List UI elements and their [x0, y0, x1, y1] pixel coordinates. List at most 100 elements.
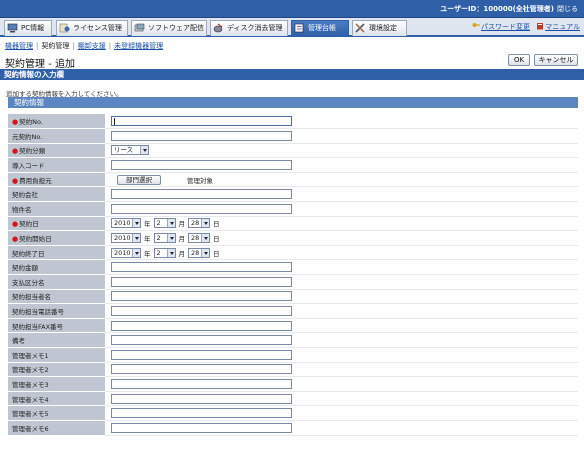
form-row: 契約終了日 2010 年 2 月 28 日: [8, 245, 578, 261]
label-memo2: 管理者メモ2: [12, 366, 49, 375]
contract-no-input[interactable]: [111, 116, 292, 127]
tab-asset-ledger[interactable]: 管理台帳: [291, 20, 349, 36]
contract-company-input[interactable]: [111, 189, 292, 200]
cancel-button[interactable]: キャンセル: [534, 54, 578, 66]
start-date-picker: 2010 年 2 月 28 日: [105, 230, 578, 246]
tab-disk-erase[interactable]: ディスク消去管理: [210, 20, 288, 36]
tab-label: ディスク消去管理: [227, 24, 283, 32]
settings-tools-icon: [355, 23, 365, 33]
top-bar: ユーザーID：100000(全社管理者) 閉じる: [0, 0, 584, 18]
label-cost-bearer: 費用負担元: [19, 176, 52, 185]
tab-label: ソフトウェア配信: [148, 24, 204, 32]
key-icon: [472, 23, 480, 27]
tab-label: 環境設定: [369, 24, 397, 32]
required-mark: ●: [12, 147, 19, 156]
subnav-contract-management: 契約管理: [41, 42, 70, 50]
payment-type-input[interactable]: [111, 276, 292, 287]
memo5-input[interactable]: [111, 408, 292, 419]
contract-date-picker: 2010 年 2 月 28 日: [105, 216, 578, 232]
subnav-unregistered-devices[interactable]: 未登録機器管理: [114, 42, 163, 50]
form-row: ●費用負担元 部門選択 管理対象: [8, 172, 578, 188]
tab-software-delivery[interactable]: ソフトウェア配信: [131, 20, 207, 36]
person-input[interactable]: [111, 291, 292, 302]
ok-button[interactable]: OK: [508, 54, 530, 66]
section-header: 契約情報の入力欄: [0, 69, 584, 80]
tab-environment-settings[interactable]: 環境設定: [352, 20, 407, 36]
chevron-down-icon: [140, 146, 148, 155]
memo3-input[interactable]: [111, 378, 292, 389]
year-select[interactable]: 2010: [111, 218, 141, 229]
amount-input[interactable]: [111, 262, 292, 273]
form-row: 管理者メモ4: [8, 391, 578, 407]
label-purchase-code: 導入コード: [12, 162, 45, 171]
department-select-button[interactable]: 部門選択: [117, 174, 161, 185]
form-row: ●契約日 2010 年 2 月 28 日: [8, 216, 578, 232]
form-row: 導入コード: [8, 157, 578, 173]
subsection-header: 契約情報: [8, 97, 578, 108]
form-row: 管理者メモ1: [8, 347, 578, 363]
year-select[interactable]: 2010: [111, 233, 141, 244]
form-row: 物件名: [8, 201, 578, 217]
contract-form: ●契約No. 元契約No. ●契約分類 リース 導入コード ●費用負担元 部門選…: [8, 114, 578, 436]
label-person: 契約担当者名: [12, 293, 51, 302]
memo4-input[interactable]: [111, 393, 292, 404]
chevron-down-icon: [132, 219, 140, 228]
tab-label: ライセンス管理: [73, 24, 122, 32]
label-memo1: 管理者メモ1: [12, 351, 49, 360]
label-memo3: 管理者メモ3: [12, 380, 49, 389]
fax-input[interactable]: [111, 320, 292, 331]
required-mark: ●: [12, 235, 19, 244]
item-name-input[interactable]: [111, 203, 292, 214]
memo1-input[interactable]: [111, 349, 292, 360]
chevron-down-icon: [166, 219, 175, 228]
header-links: パスワード変更 マニュアル: [468, 22, 580, 32]
form-row: 管理者メモ5: [8, 405, 578, 421]
remarks-input[interactable]: [111, 335, 292, 346]
contract-type-select[interactable]: リース: [111, 145, 149, 156]
month-select[interactable]: 2: [153, 247, 176, 258]
chevron-down-icon: [132, 248, 140, 257]
required-mark: ●: [12, 220, 19, 229]
day-select[interactable]: 28: [188, 247, 210, 258]
label-end-date: 契約終了日: [12, 249, 45, 258]
month-select[interactable]: 2: [153, 218, 176, 229]
label-contract-date: 契約日: [19, 220, 39, 229]
day-select[interactable]: 28: [188, 218, 210, 229]
original-contract-no-input[interactable]: [111, 130, 292, 141]
form-row: 契約担当電話番号: [8, 303, 578, 319]
department-name: 管理対象: [187, 176, 213, 185]
form-row: ●契約分類 リース: [8, 143, 578, 159]
label-start-date: 契約開始日: [19, 235, 52, 244]
form-row: 管理者メモ2: [8, 362, 578, 378]
phone-input[interactable]: [111, 306, 292, 317]
form-row: 管理者メモ6: [8, 420, 578, 436]
month-select[interactable]: 2: [153, 233, 176, 244]
tab-label: 管理台帳: [308, 24, 336, 32]
day-select[interactable]: 28: [188, 233, 210, 244]
tab-license[interactable]: ライセンス管理: [56, 20, 128, 36]
password-change-link[interactable]: パスワード変更: [472, 23, 530, 31]
user-id-label: ユーザーID：100000(全社管理者): [440, 5, 554, 13]
memo2-input[interactable]: [111, 364, 292, 375]
logout-link[interactable]: 閉じる: [557, 4, 578, 14]
tab-label: PC情報: [21, 24, 45, 32]
year-select[interactable]: 2010: [111, 247, 141, 258]
manual-link[interactable]: マニュアル: [536, 23, 580, 31]
chevron-down-icon: [201, 219, 209, 228]
label-phone: 契約担当電話番号: [12, 308, 64, 317]
tab-pc-info[interactable]: PC情報: [4, 20, 52, 36]
label-memo6: 管理者メモ6: [12, 424, 49, 433]
pc-icon: [7, 23, 18, 33]
subnav-inventory-support[interactable]: 棚卸支援: [78, 42, 106, 50]
form-row: 元契約No.: [8, 128, 578, 144]
memo6-input[interactable]: [111, 422, 292, 433]
label-contract-company: 契約会社: [12, 191, 38, 200]
form-row: 契約担当者名: [8, 289, 578, 305]
disk-erase-icon: [213, 23, 223, 33]
label-fax: 契約担当FAX番号: [12, 322, 64, 331]
subnav-device-management[interactable]: 機器管理: [5, 42, 33, 50]
sub-navigation: 機器管理 | 契約管理 | 棚卸支援 | 未登録機器管理: [5, 42, 164, 50]
chevron-down-icon: [201, 234, 209, 243]
purchase-code-input[interactable]: [111, 160, 292, 171]
ledger-icon: [294, 23, 304, 33]
